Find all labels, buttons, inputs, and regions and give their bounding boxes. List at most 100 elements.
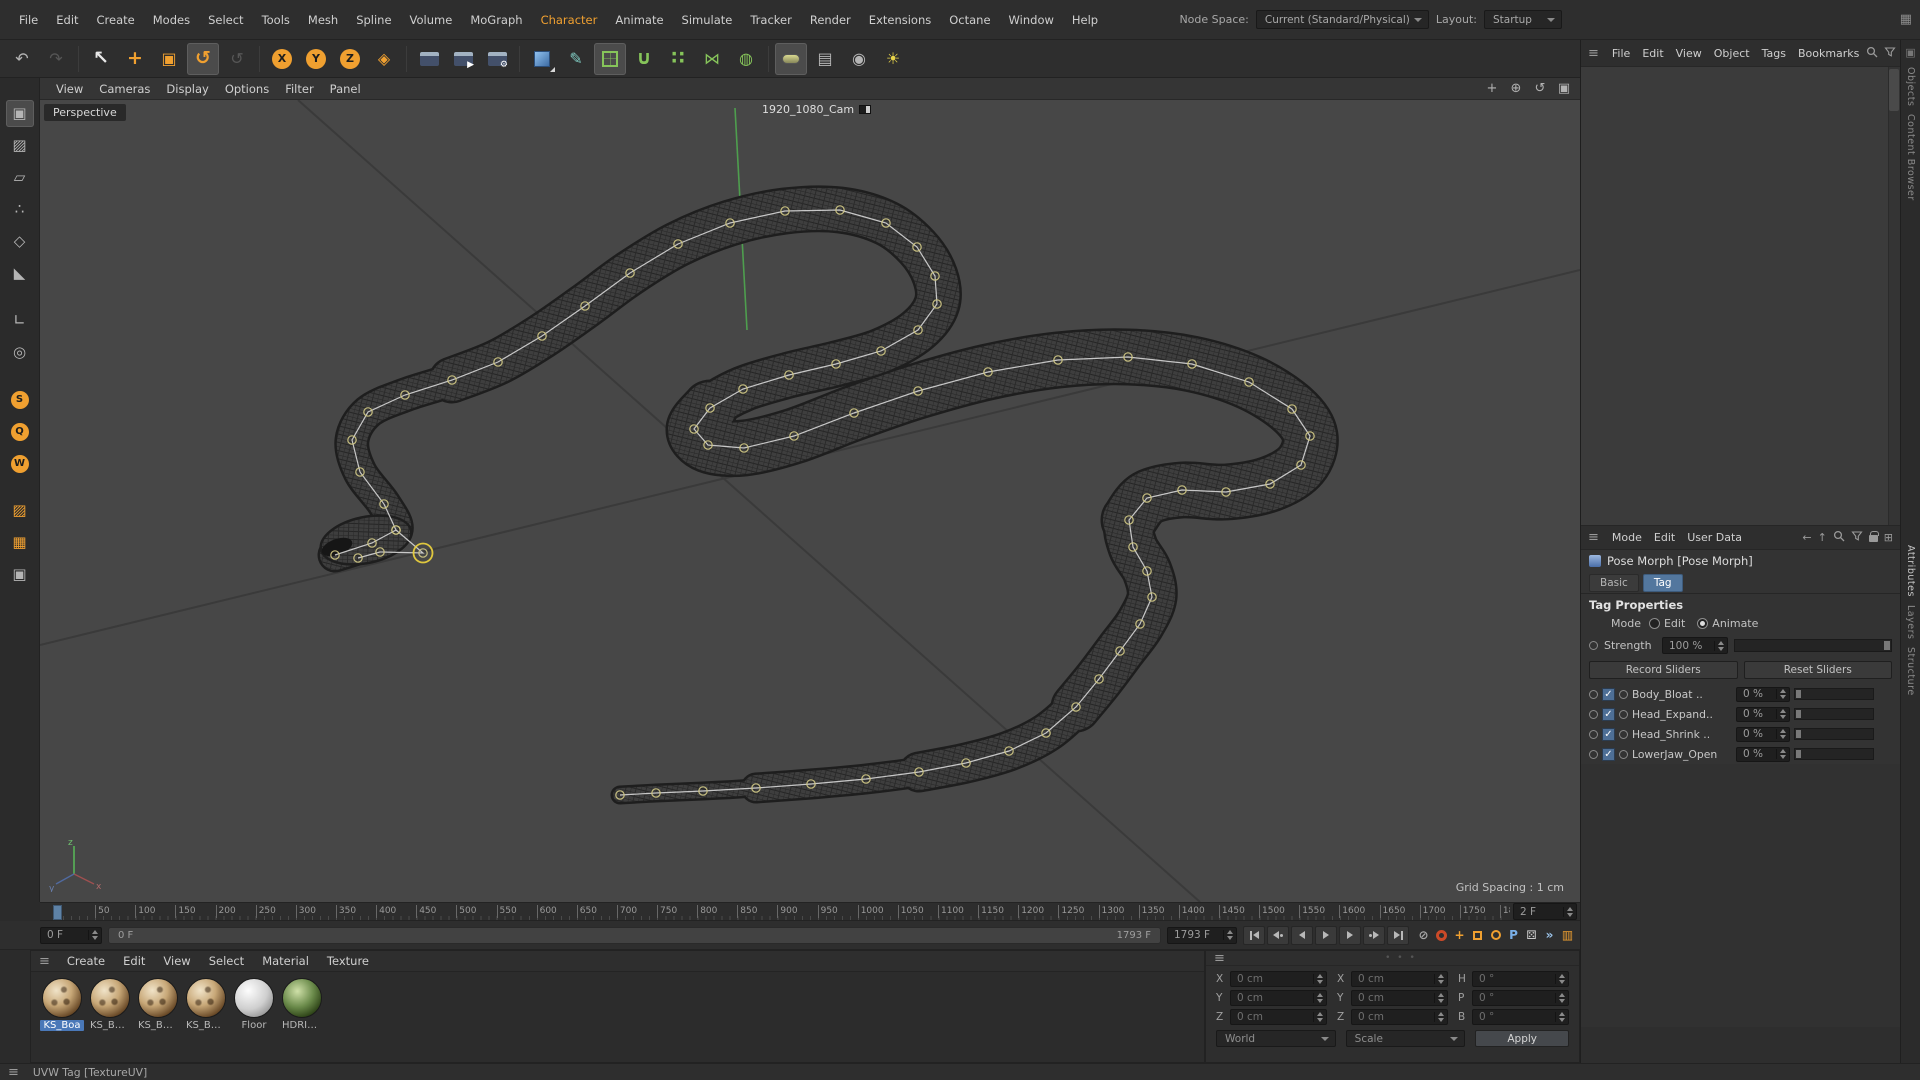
- uv-mode-button[interactable]: ▦: [6, 529, 34, 556]
- lock-icon[interactable]: [1869, 531, 1878, 545]
- material-item[interactable]: KS_Boa: [39, 978, 85, 1031]
- play-button[interactable]: [1315, 926, 1337, 945]
- next-key-button[interactable]: [1363, 926, 1385, 945]
- strength-stepper[interactable]: [1714, 641, 1724, 651]
- y-axis-lock-button[interactable]: Y: [300, 43, 332, 75]
- field-button[interactable]: [775, 43, 807, 75]
- menu-file[interactable]: File: [10, 9, 47, 31]
- morph-anim-icon[interactable]: [1619, 690, 1628, 699]
- material-thumbnail[interactable]: [138, 978, 178, 1018]
- radio-animate[interactable]: [1697, 618, 1708, 629]
- coordinate-menu-icon[interactable]: ≡: [1214, 951, 1225, 966]
- enable-axis-button[interactable]: ∟: [6, 307, 34, 334]
- layout-dropdown[interactable]: Startup: [1484, 10, 1562, 29]
- undo-button[interactable]: ↶: [6, 43, 38, 75]
- om-menu-tags[interactable]: Tags: [1756, 44, 1792, 63]
- rotate-view-icon[interactable]: ↺: [1532, 81, 1548, 96]
- material-item[interactable]: KS_Boa_: [135, 978, 181, 1031]
- material-menu-edit[interactable]: Edit: [114, 950, 154, 972]
- range-start-field[interactable]: 0 F: [40, 927, 102, 944]
- morph-checkbox[interactable]: ✓: [1602, 748, 1615, 761]
- add-primitive-button[interactable]: [526, 43, 558, 75]
- current-frame-stepper[interactable]: [1563, 907, 1573, 917]
- object-list[interactable]: [1581, 66, 1900, 526]
- menu-octane[interactable]: Octane: [940, 9, 999, 31]
- material-item[interactable]: HDRI_M..: [279, 978, 325, 1031]
- side-tab-attributes[interactable]: Attributes: [1905, 545, 1916, 597]
- range-start-stepper[interactable]: [88, 930, 98, 940]
- material-menu-view[interactable]: View: [154, 950, 199, 972]
- morph-checkbox[interactable]: ✓: [1602, 688, 1615, 701]
- node-space-dropdown[interactable]: Current (Standard/Physical): [1256, 10, 1429, 29]
- lock-workplane-button[interactable]: ▣: [6, 561, 34, 588]
- spline-pen-button[interactable]: ✎: [560, 43, 592, 75]
- strength-key-icon[interactable]: [1589, 641, 1598, 650]
- material-menu-select[interactable]: Select: [200, 950, 253, 972]
- keyframe-pla-toggle[interactable]: ⚄: [1523, 926, 1540, 944]
- quantize-button[interactable]: Q: [6, 418, 34, 445]
- goto-end-button[interactable]: [1387, 926, 1409, 945]
- menu-mograph[interactable]: MoGraph: [461, 9, 531, 31]
- record-keyframes-button[interactable]: ⊘: [1415, 926, 1432, 944]
- menu-create[interactable]: Create: [88, 9, 144, 31]
- camera-label[interactable]: 1920_1080_Cam: [762, 103, 871, 116]
- morph-value-field[interactable]: 0 %: [1736, 727, 1790, 742]
- previous-key-button[interactable]: [1267, 926, 1289, 945]
- am-menu-user-data[interactable]: User Data: [1681, 528, 1748, 547]
- radio-edit[interactable]: [1649, 618, 1660, 629]
- snake-mesh[interactable]: [316, 209, 1310, 795]
- menu-animate[interactable]: Animate: [606, 9, 672, 31]
- move-tool-button[interactable]: +: [119, 43, 151, 75]
- pan-view-icon[interactable]: +: [1484, 81, 1500, 96]
- z-axis-lock-button[interactable]: Z: [334, 43, 366, 75]
- apply-button[interactable]: Apply: [1475, 1030, 1569, 1047]
- material-item[interactable]: KS_Boa_: [183, 978, 229, 1031]
- previous-frame-button[interactable]: [1291, 926, 1313, 945]
- grid-icon[interactable]: ⊞: [1884, 531, 1893, 544]
- morph-anim-icon[interactable]: [1619, 710, 1628, 719]
- attribute-manager-menu-icon[interactable]: ≡: [1588, 530, 1599, 545]
- goto-start-button[interactable]: [1243, 926, 1265, 945]
- ruler-ticks[interactable]: 5010015020025030035040045050055060065070…: [40, 903, 1510, 920]
- filter-icon[interactable]: [1851, 530, 1863, 545]
- playhead[interactable]: [53, 905, 62, 920]
- coord-field-size-z[interactable]: 0 cm: [1351, 1009, 1448, 1025]
- paint-tool-button[interactable]: ▨: [6, 497, 34, 524]
- coord-field-rotation-b[interactable]: 0 °: [1472, 1009, 1569, 1025]
- morph-key-icon[interactable]: [1589, 710, 1598, 719]
- side-tab-objects[interactable]: Objects: [1905, 67, 1916, 106]
- keyframe-parameter-toggle[interactable]: P: [1505, 926, 1522, 944]
- tab-tag[interactable]: Tag: [1643, 574, 1683, 592]
- timeline-button[interactable]: ▥: [1559, 926, 1576, 944]
- status-menu-icon[interactable]: ≡: [8, 1065, 19, 1080]
- material-item[interactable]: KS_Boa_: [87, 978, 133, 1031]
- scrollbar-thumb[interactable]: [1889, 69, 1899, 111]
- coord-field-position-z[interactable]: 0 cm: [1230, 1009, 1327, 1025]
- material-thumbnail[interactable]: [186, 978, 226, 1018]
- workplane-mode-button[interactable]: ▱: [6, 164, 34, 191]
- viewport-menu-display[interactable]: Display: [158, 80, 216, 98]
- material-thumbnail[interactable]: [282, 978, 322, 1018]
- preview-range-slider[interactable]: 0 F 1793 F: [108, 927, 1161, 944]
- filter-icon[interactable]: [1884, 46, 1896, 61]
- render-settings-button[interactable]: ⚙: [481, 43, 513, 75]
- om-menu-edit[interactable]: Edit: [1636, 44, 1669, 63]
- mograph-cloner-button[interactable]: ∷: [662, 43, 694, 75]
- menu-modes[interactable]: Modes: [144, 9, 199, 31]
- morph-anim-icon[interactable]: [1619, 730, 1628, 739]
- coord-field-position-y[interactable]: 0 cm: [1230, 990, 1327, 1006]
- range-end-field[interactable]: 1793 F: [1167, 927, 1237, 944]
- morph-value-field[interactable]: 0 %: [1736, 707, 1790, 722]
- coord-field-size-y[interactable]: 0 cm: [1351, 990, 1448, 1006]
- object-manager-menu-icon[interactable]: ≡: [1588, 46, 1599, 61]
- x-axis-lock-button[interactable]: X: [266, 43, 298, 75]
- workplane-snap-button[interactable]: W: [6, 450, 34, 477]
- mode-option-edit[interactable]: Edit: [1649, 617, 1685, 630]
- texture-mode-button[interactable]: ▨: [6, 132, 34, 159]
- menu-mesh[interactable]: Mesh: [299, 9, 347, 31]
- bend-deformer-button[interactable]: ∪: [628, 43, 660, 75]
- render-picture-viewer-button[interactable]: ▶: [447, 43, 479, 75]
- morph-checkbox[interactable]: ✓: [1602, 708, 1615, 721]
- material-menu-texture[interactable]: Texture: [318, 950, 378, 972]
- viewport-menu-cameras[interactable]: Cameras: [91, 80, 158, 98]
